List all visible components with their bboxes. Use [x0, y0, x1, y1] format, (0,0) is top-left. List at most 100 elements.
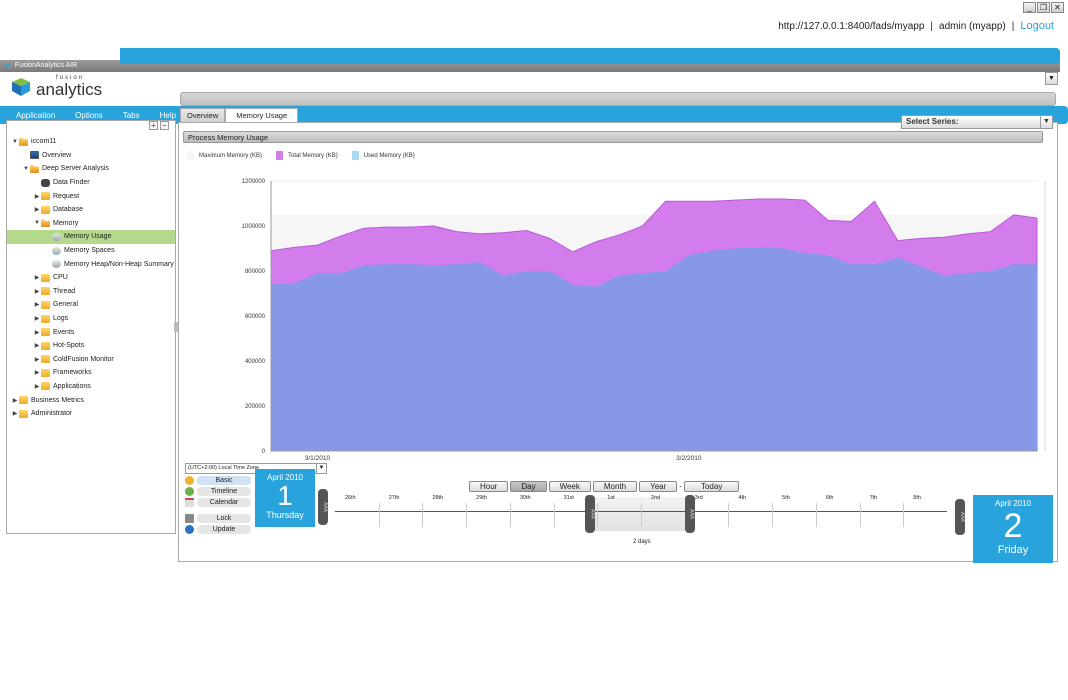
tree-item-thread[interactable]: ▶ Thread	[7, 285, 175, 299]
selection-right-handle[interactable]: AAA	[684, 495, 695, 533]
folder-icon	[41, 205, 50, 214]
tree-item-memory-usage[interactable]: Memory Usage	[7, 230, 175, 244]
expanded-arrow-icon[interactable]: ▼	[11, 139, 19, 145]
expanded-arrow-icon[interactable]: ▼	[33, 220, 41, 226]
server-url: http://127.0.0.1:8400/fads/myapp	[778, 20, 925, 32]
tree-item-coldfusion-monitor[interactable]: ▶ ColdFusion Monitor	[7, 353, 175, 367]
timeline-scroll-left-handle[interactable]: AAA	[318, 489, 328, 525]
mode-calendar[interactable]: Calendar	[185, 497, 251, 508]
tree-item-frameworks[interactable]: ▶ Frameworks	[7, 366, 175, 380]
scale-week-button[interactable]: Week	[548, 481, 591, 492]
tree-item-general[interactable]: ▶ General	[7, 298, 175, 312]
tree-item-iccom11[interactable]: ▼ iccom11	[7, 135, 175, 149]
tree-item-label: Deep Server Analysis	[42, 165, 109, 173]
mode-label: Update	[197, 525, 251, 534]
timeline-selection-window[interactable]	[589, 497, 685, 531]
collapsed-arrow-icon[interactable]: ▶	[33, 383, 41, 390]
chevron-down-icon: ▼	[1040, 116, 1052, 128]
collapsed-arrow-icon[interactable]: ▶	[33, 342, 41, 349]
mode-timeline[interactable]: Timeline	[185, 486, 251, 497]
y-tick-label: 200000	[245, 404, 266, 410]
tree-item-database[interactable]: ▶ Database	[7, 203, 175, 217]
folder-icon	[41, 300, 50, 309]
collapsed-arrow-icon[interactable]: ▶	[11, 397, 19, 404]
mode-basic[interactable]: Basic	[185, 475, 251, 486]
timeline-day-label: 5th	[782, 495, 790, 501]
binoc-icon	[41, 178, 50, 187]
collapsed-arrow-icon[interactable]: ▶	[33, 356, 41, 363]
folder-open-icon	[19, 137, 28, 146]
lock-button[interactable]: Lock	[185, 513, 251, 524]
scale-hour-button[interactable]: Hour	[469, 481, 509, 492]
header-band	[120, 48, 1060, 64]
update-button[interactable]: Update	[185, 524, 251, 535]
collapsed-arrow-icon[interactable]: ▶	[33, 369, 41, 376]
current-user: admin (myapp)	[939, 20, 1006, 32]
collapsed-arrow-icon[interactable]: ▶	[33, 315, 41, 322]
tree-item-label: General	[53, 301, 78, 309]
tree-item-data-finder[interactable]: Data Finder	[7, 176, 175, 190]
scale-day-button[interactable]: Day	[510, 481, 547, 492]
timeline-slider[interactable]: 26th 27th 28th 29th 30th 31st 1st 2nd 3rd 4th 5th 6…	[335, 495, 947, 545]
folder-icon	[41, 328, 50, 337]
tree-item-request[interactable]: ▶ Request	[7, 189, 175, 203]
collapsed-arrow-icon[interactable]: ▶	[33, 329, 41, 336]
window-controls: _ ❐ ✕	[1023, 2, 1064, 13]
tree-item-memory-spaces[interactable]: Memory Spaces	[7, 244, 175, 258]
header-dropdown-button[interactable]: ▼	[1045, 72, 1058, 85]
collapsed-arrow-icon[interactable]: ▶	[11, 410, 19, 417]
timeline-scroll-right-handle[interactable]: AAA	[955, 499, 965, 535]
folder-icon	[41, 341, 50, 350]
menu-application[interactable]: Application	[16, 111, 55, 120]
close-button[interactable]: ✕	[1051, 2, 1064, 13]
folder-icon	[41, 287, 50, 296]
menu-tabs[interactable]: Tabs	[123, 111, 140, 120]
minimize-button[interactable]: _	[1023, 2, 1036, 13]
collapsed-arrow-icon[interactable]: ▶	[33, 206, 41, 213]
scale-month-button[interactable]: Month	[592, 481, 638, 492]
tree-item-hot-spots[interactable]: ▶ Hot-Spots	[7, 339, 175, 353]
tab-overview[interactable]: Overview	[180, 108, 226, 122]
separator: |	[1011, 20, 1015, 32]
calendar-icon	[185, 498, 194, 507]
today-button[interactable]: Today	[683, 481, 740, 492]
expand-all-button[interactable]: +	[149, 121, 158, 130]
collapse-all-button[interactable]: −	[160, 121, 169, 130]
navigation-tree: ▼ iccom11 Overview ▼ Deep Server Analysis Dat…	[7, 135, 175, 420]
menu-help[interactable]: Help	[160, 111, 176, 120]
collapsed-arrow-icon[interactable]: ▶	[33, 274, 41, 281]
tree-item-label: Memory Heap/Non-Heap Summary	[64, 260, 174, 268]
mode-label: Timeline	[197, 487, 251, 496]
tab-memory-usage[interactable]: Memory Usage	[225, 108, 299, 122]
selection-left-handle[interactable]: AAA	[585, 495, 596, 533]
timeline-day-label: 27th	[388, 495, 400, 501]
tree-item-events[interactable]: ▶ Events	[7, 325, 175, 339]
app-icon: ▼	[4, 61, 12, 70]
restore-button[interactable]: ❐	[1037, 2, 1050, 13]
tree-item-label: iccom11	[31, 138, 57, 146]
scale-year-button[interactable]: Year	[639, 481, 678, 492]
timeline-tick	[378, 503, 380, 527]
end-date-card[interactable]: April 2010 2 Friday	[973, 495, 1053, 563]
logout-link[interactable]: Logout	[1020, 20, 1054, 32]
tree-item-cpu[interactable]: ▶ CPU	[7, 271, 175, 285]
tree-item-memory[interactable]: ▼ Memory	[7, 217, 175, 231]
timeline-day-label: 26th	[345, 495, 356, 501]
tree-item-deep-server-analysis[interactable]: ▼ Deep Server Analysis	[7, 162, 175, 176]
tree-item-logs[interactable]: ▶ Logs	[7, 312, 175, 326]
tree-item-administrator[interactable]: ▶ Administrator	[7, 407, 175, 421]
tree-item-business-metrics[interactable]: ▶ Business Metrics	[7, 393, 175, 407]
start-date-card[interactable]: April 2010 1 Thursday	[255, 469, 315, 527]
collapsed-arrow-icon[interactable]: ▶	[33, 288, 41, 295]
collapsed-arrow-icon[interactable]: ▶	[33, 301, 41, 308]
collapsed-arrow-icon[interactable]: ▶	[33, 193, 41, 200]
tree-item-memory-heap-non-heap-summary[interactable]: Memory Heap/Non-Heap Summary	[7, 257, 175, 271]
expanded-arrow-icon[interactable]: ▼	[22, 166, 30, 172]
select-series-dropdown[interactable]: Select Series: ▼	[901, 115, 1053, 129]
menu-options[interactable]: Options	[75, 111, 103, 120]
tree-item-overview[interactable]: Overview	[7, 149, 175, 163]
timeline-day-label: 3rd	[694, 495, 703, 501]
tree-item-applications[interactable]: ▶ Applications	[7, 380, 175, 394]
timeline-day-label: 28th	[432, 495, 444, 501]
tree-item-label: Thread	[53, 287, 76, 295]
